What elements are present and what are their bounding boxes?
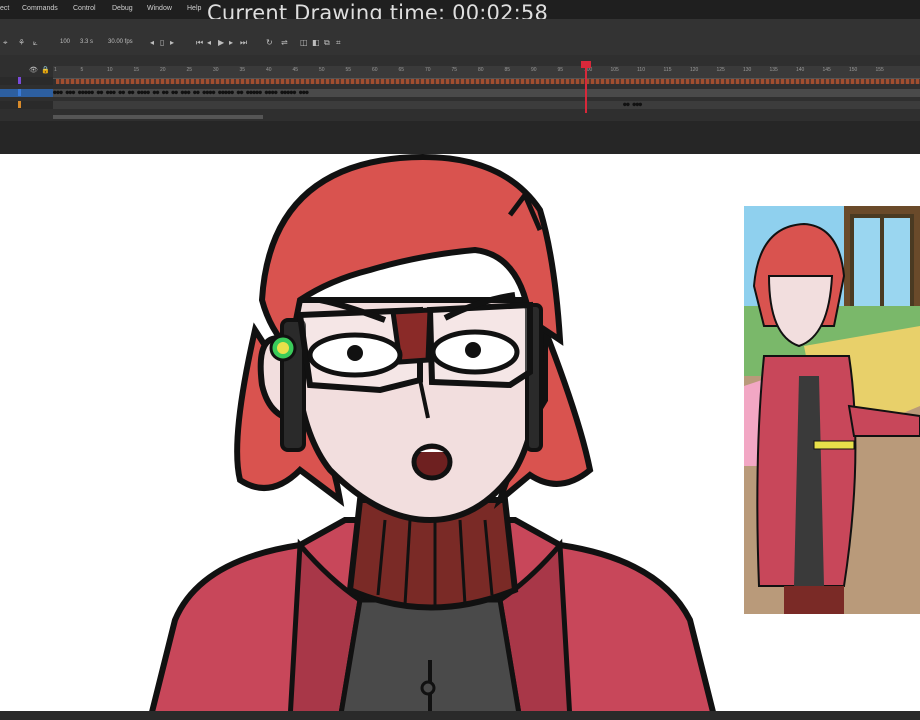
layer-color-tag xyxy=(18,77,21,84)
ruler-tick-label: 45 xyxy=(292,67,299,73)
ruler-tick-label: 20 xyxy=(160,67,166,73)
markers-icon[interactable]: ⌗ xyxy=(336,38,341,48)
layer-row-background[interactable]: ●● ●●● xyxy=(0,101,920,109)
layer-row-audio[interactable] xyxy=(0,77,920,85)
ruler-tick-label: 135 xyxy=(769,67,778,73)
layer-tree-icon[interactable]: ⚘ xyxy=(18,38,25,47)
ruler-tick-label: 1 xyxy=(54,67,57,73)
drawing-stage[interactable] xyxy=(0,154,920,711)
ruler-tick-label: 65 xyxy=(398,67,405,73)
status-bar xyxy=(0,711,920,720)
ruler-tick-label: 125 xyxy=(716,67,725,73)
ruler-tick-label: 105 xyxy=(610,67,619,73)
ruler-tick-label: 55 xyxy=(345,67,352,73)
lock-icon[interactable]: 🔒 xyxy=(41,66,50,74)
ruler-tick-label: 75 xyxy=(451,67,458,73)
timeline-toolbar: ⌖ ⚘ ⟀ 100 3.3 s 30.00 fps ◂ ▯ ▸ ⏮ ◂ ▶ ▸ … xyxy=(0,19,920,55)
ruler-tick-label: 10 xyxy=(107,67,113,73)
frame-icon[interactable]: ▯ xyxy=(160,38,164,47)
ruler-tick-label: 5 xyxy=(80,67,84,73)
ruler-tick-label: 130 xyxy=(743,67,752,73)
ruler-tick-label: 150 xyxy=(849,67,858,73)
loop-icon[interactable]: ↻ xyxy=(266,38,273,47)
ruler-tick-label: 30 xyxy=(213,67,219,73)
panel-divider xyxy=(0,121,920,154)
ruler-tick-label: 110 xyxy=(637,67,645,73)
last-frame-icon[interactable]: ⏭ xyxy=(240,38,247,48)
step-forward-icon[interactable]: ▸ xyxy=(229,38,233,47)
layer-color-tag xyxy=(18,101,21,108)
ruler-tick-label: 140 xyxy=(796,67,805,73)
onion-icon[interactable]: ◫ xyxy=(300,38,308,47)
onion-skin-icon[interactable]: ⌖ xyxy=(3,38,8,48)
ruler-tick-label: 155 xyxy=(875,67,884,73)
time-readout[interactable]: 3.3 s xyxy=(80,39,93,45)
prev-key-icon[interactable]: ◂ xyxy=(150,38,154,47)
ruler-tick-label: 85 xyxy=(504,67,511,73)
first-frame-icon[interactable]: ⏮ xyxy=(196,38,203,48)
ruler-tick-label: 35 xyxy=(239,67,246,73)
ruler-tick-label: 60 xyxy=(372,67,378,73)
ruler-tick-label: 40 xyxy=(266,67,272,73)
menu-item-window[interactable]: Window xyxy=(147,5,172,12)
play-icon[interactable]: ▶ xyxy=(218,38,224,47)
edit-multiple-icon[interactable]: ⧉ xyxy=(324,38,330,48)
next-key-icon[interactable]: ▸ xyxy=(170,38,174,47)
eye-icon[interactable]: 👁 xyxy=(29,66,38,74)
graph-icon[interactable]: ⟀ xyxy=(33,38,38,48)
ruler-tick-label: 50 xyxy=(319,67,325,73)
ruler-tick-label: 90 xyxy=(531,67,537,73)
menu-item-debug[interactable]: Debug xyxy=(112,5,133,12)
ruler-tick-label: 115 xyxy=(663,67,672,73)
ruler-tick-label: 70 xyxy=(425,67,431,73)
menu-item-commands[interactable]: Commands xyxy=(22,5,58,12)
menu-item-help[interactable]: Help xyxy=(187,5,201,12)
keyframes[interactable]: ●● ●●● xyxy=(623,101,642,109)
ruler-tick-label: 25 xyxy=(186,67,193,73)
layer-color-tag xyxy=(18,89,21,96)
ruler-tick-label: 120 xyxy=(690,67,699,73)
ruler-tick-label: 95 xyxy=(557,67,564,73)
timeline-panel: 👁 🔒 1 5 10 15 20 25 30 35 40 45 50 55 60 65 70 75 80 85 90… xyxy=(0,55,920,121)
layer-row-drawing[interactable]: ●●● ●●● ●●●●● ●● ●●● ●● ●● ●●●● ●● ●● ●●… xyxy=(0,89,920,97)
reference-image xyxy=(744,206,920,614)
frame-rate-readout[interactable]: 30.00 fps xyxy=(108,39,133,45)
keyframes[interactable]: ●●● ●●● ●●●●● ●● ●●● ●● ●● ●●●● ●● ●● ●●… xyxy=(53,89,309,97)
ruler-tick-label: 145 xyxy=(822,67,831,73)
fps-readout[interactable]: 100 xyxy=(60,39,70,45)
menu-item-edit[interactable]: ect xyxy=(0,5,9,12)
step-back-icon[interactable]: ◂ xyxy=(207,38,211,47)
ruler-tick-label: 80 xyxy=(478,67,484,73)
timeline-scrollbar[interactable] xyxy=(53,115,263,119)
playhead[interactable] xyxy=(585,63,587,113)
onion-outline-icon[interactable]: ◧ xyxy=(312,38,320,47)
ruler-tick-label: 15 xyxy=(133,67,140,73)
menu-item-control[interactable]: Control xyxy=(73,5,96,12)
center-frame-icon[interactable]: ⇌ xyxy=(281,38,288,47)
